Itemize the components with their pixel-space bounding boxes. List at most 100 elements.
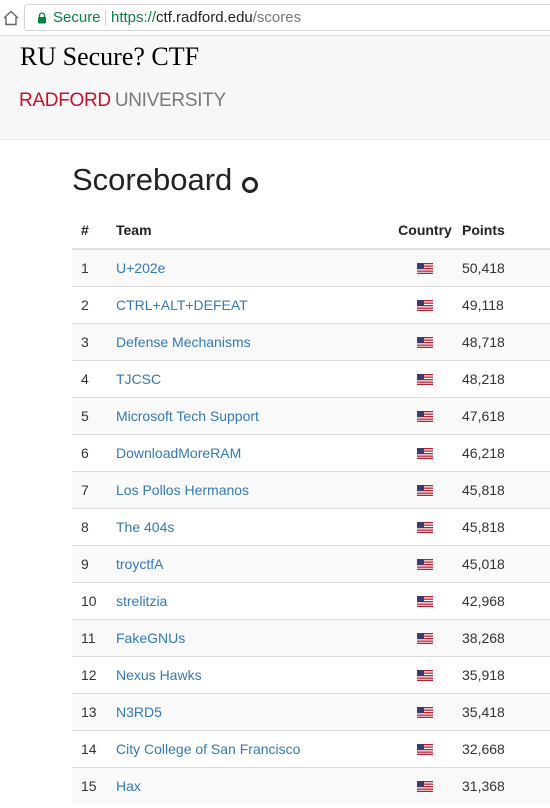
points-cell: 46,218	[462, 434, 550, 472]
site-header: RU Secure? CTF RADFORD UNIVERSITY	[0, 36, 550, 140]
team-cell: N3RD5	[116, 693, 388, 731]
team-link[interactable]: Nexus Hawks	[116, 667, 202, 683]
team-link[interactable]: The 404s	[116, 519, 174, 535]
points-cell: 45,018	[462, 545, 550, 583]
url-field[interactable]: Secure https://ctf.radford.edu/scores	[24, 4, 550, 31]
team-link[interactable]: Los Pollos Hermanos	[116, 482, 249, 498]
team-cell: CTRL+ALT+DEFEAT	[116, 286, 388, 324]
points-cell: 48,218	[462, 360, 550, 398]
team-link[interactable]: N3RD5	[116, 704, 162, 720]
rank-cell: 2	[72, 286, 116, 324]
column-header-team: Team	[116, 211, 388, 250]
brand-secondary: UNIVERSITY	[114, 90, 226, 111]
table-row: 4 TJCSC 48,218	[72, 360, 550, 398]
us-flag-icon	[417, 780, 433, 792]
url-separator	[105, 10, 106, 26]
rank-cell: 9	[72, 545, 116, 583]
country-cell	[388, 323, 462, 361]
team-cell: City College of San Francisco	[116, 730, 388, 768]
points-cell: 48,718	[462, 323, 550, 361]
country-cell	[388, 619, 462, 657]
rank-cell: 11	[72, 619, 116, 657]
site-title[interactable]: RU Secure? CTF	[20, 42, 199, 72]
country-cell	[388, 508, 462, 546]
table-row: 13 N3RD5 35,418	[72, 693, 550, 731]
team-cell: strelitzia	[116, 582, 388, 620]
team-link[interactable]: troyctfA	[116, 556, 163, 572]
column-header-rank: #	[72, 211, 116, 250]
country-cell	[388, 730, 462, 768]
points-cell: 50,418	[462, 249, 550, 287]
country-cell	[388, 434, 462, 472]
rank-cell: 3	[72, 323, 116, 361]
rank-cell: 13	[72, 693, 116, 731]
team-cell: Microsoft Tech Support	[116, 397, 388, 435]
table-row: 9 troyctfA 45,018	[72, 545, 550, 583]
team-cell: Hax	[116, 767, 388, 804]
table-row: 10 strelitzia 42,968	[72, 582, 550, 620]
country-cell	[388, 249, 462, 287]
points-cell: 42,968	[462, 582, 550, 620]
team-link[interactable]: U+202e	[116, 260, 165, 276]
table-row: 11 FakeGNUs 38,268	[72, 619, 550, 657]
rank-cell: 6	[72, 434, 116, 472]
url-host: ctf.radford.edu	[156, 9, 253, 26]
team-cell: The 404s	[116, 508, 388, 546]
team-link[interactable]: TJCSC	[116, 371, 161, 387]
us-flag-icon	[417, 521, 433, 533]
us-flag-icon	[417, 595, 433, 607]
us-flag-icon	[417, 632, 433, 644]
points-cell: 49,118	[462, 286, 550, 324]
team-link[interactable]: Defense Mechanisms	[116, 334, 251, 350]
us-flag-icon	[417, 706, 433, 718]
table-row: 14 City College of San Francisco 32,668	[72, 730, 550, 768]
team-cell: DownloadMoreRAM	[116, 434, 388, 472]
points-cell: 45,818	[462, 508, 550, 546]
table-row: 6 DownloadMoreRAM 46,218	[72, 434, 550, 472]
table-row: 12 Nexus Hawks 35,918	[72, 656, 550, 694]
team-link[interactable]: DownloadMoreRAM	[116, 445, 241, 461]
rank-cell: 7	[72, 471, 116, 509]
team-cell: troyctfA	[116, 545, 388, 583]
country-cell	[388, 360, 462, 398]
table-row: 1 U+202e 50,418	[72, 249, 550, 287]
team-link[interactable]: strelitzia	[116, 593, 167, 609]
points-cell: 31,368	[462, 767, 550, 804]
table-row: 5 Microsoft Tech Support 47,618	[72, 397, 550, 435]
country-cell	[388, 397, 462, 435]
country-cell	[388, 656, 462, 694]
rank-cell: 5	[72, 397, 116, 435]
points-cell: 38,268	[462, 619, 550, 657]
us-flag-icon	[417, 299, 433, 311]
country-cell	[388, 767, 462, 804]
team-cell: Defense Mechanisms	[116, 323, 388, 361]
rank-cell: 10	[72, 582, 116, 620]
us-flag-icon	[417, 410, 433, 422]
team-cell: Nexus Hawks	[116, 656, 388, 694]
team-link[interactable]: FakeGNUs	[116, 630, 185, 646]
team-link[interactable]: CTRL+ALT+DEFEAT	[116, 297, 248, 313]
rank-cell: 4	[72, 360, 116, 398]
url-text: https://ctf.radford.edu/scores	[111, 9, 301, 27]
loading-spinner-icon	[242, 177, 258, 193]
team-link[interactable]: Microsoft Tech Support	[116, 408, 259, 424]
points-cell: 32,668	[462, 730, 550, 768]
brand-primary: RADFORD	[19, 90, 111, 111]
country-cell	[388, 545, 462, 583]
column-header-points: Points	[462, 211, 550, 250]
country-cell	[388, 286, 462, 324]
radford-university-logo[interactable]: RADFORD UNIVERSITY	[19, 90, 226, 112]
url-path: /scores	[252, 9, 302, 26]
points-cell: 35,918	[462, 656, 550, 694]
page-title: Scoreboard	[72, 162, 233, 197]
home-icon[interactable]	[2, 9, 20, 27]
column-header-country: Country	[388, 211, 462, 250]
table-row: 7 Los Pollos Hermanos 45,818	[72, 471, 550, 509]
team-link[interactable]: City College of San Francisco	[116, 741, 300, 757]
rank-cell: 1	[72, 249, 116, 287]
us-flag-icon	[417, 336, 433, 348]
browser-address-bar: Secure https://ctf.radford.edu/scores	[0, 0, 550, 36]
team-link[interactable]: Hax	[116, 778, 141, 794]
url-scheme: https://	[111, 9, 157, 26]
us-flag-icon	[417, 743, 433, 755]
